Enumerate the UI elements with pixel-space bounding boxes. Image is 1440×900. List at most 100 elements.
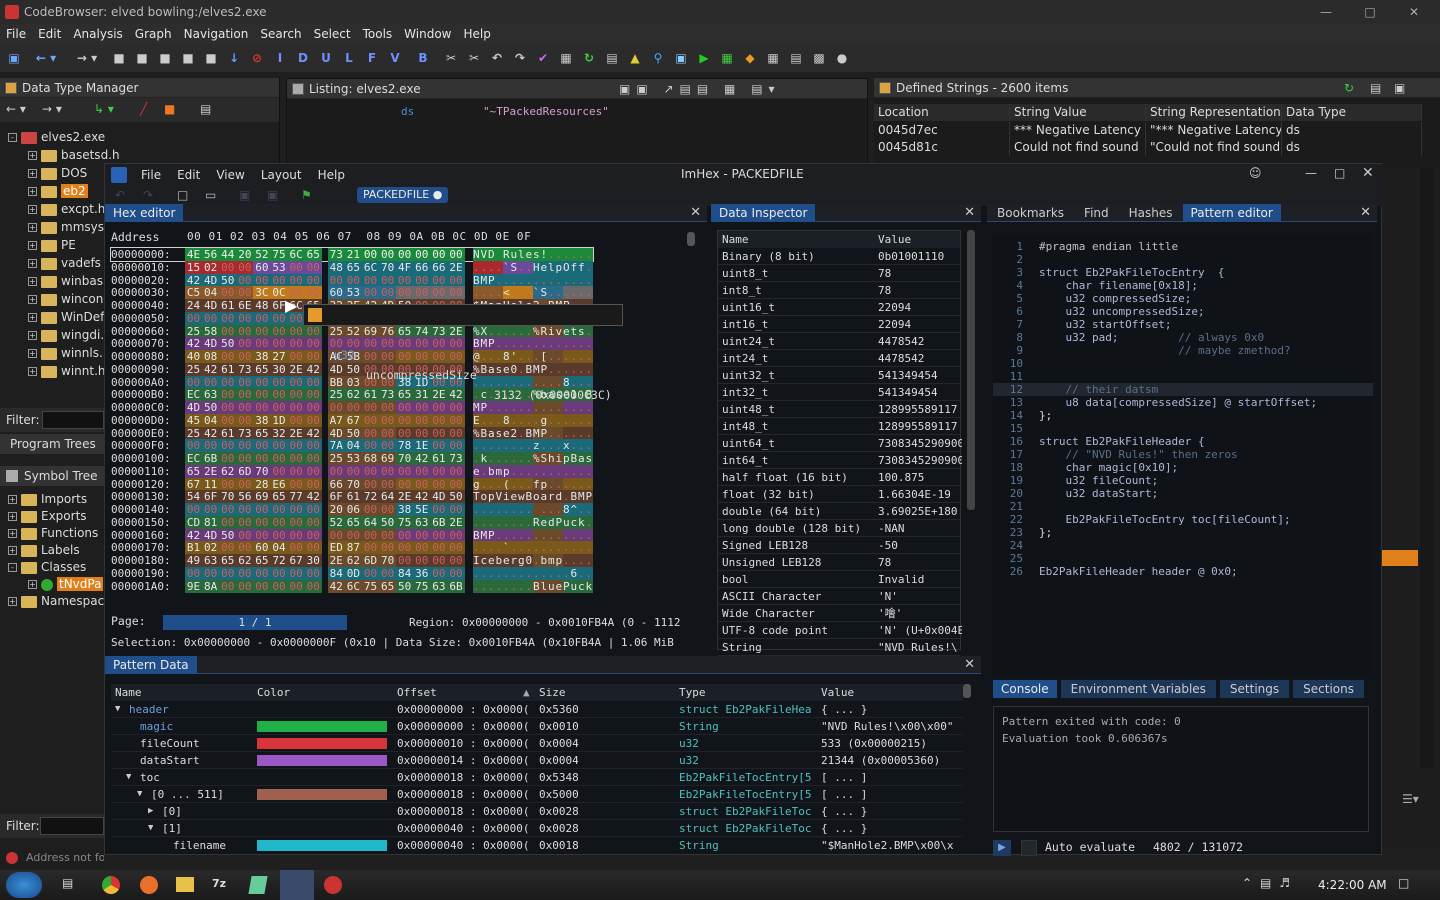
ascii-char[interactable]: k — [577, 515, 585, 529]
ascii-char[interactable]: . — [585, 541, 593, 555]
hex-byte[interactable]: 00 — [253, 401, 271, 414]
auto-evaluate-checkbox[interactable] — [1021, 840, 1037, 856]
tab-hashes[interactable]: Hashes — [1119, 204, 1183, 222]
hex-byte[interactable]: 00 — [287, 375, 305, 389]
ascii-char[interactable]: p — [540, 477, 548, 491]
hex-byte[interactable]: C5 — [185, 286, 203, 300]
hex-byte[interactable]: 78 — [396, 439, 414, 453]
ascii-char[interactable]: . — [517, 439, 525, 453]
ascii-char[interactable]: % — [472, 324, 480, 338]
hex-byte[interactable]: 00 — [253, 515, 271, 529]
page-icon[interactable]: ■ — [157, 50, 173, 66]
ascii-char[interactable]: . — [517, 464, 525, 478]
inspector-row[interactable]: uint24_t 4478542 — [718, 333, 960, 350]
hex-byte[interactable]: 52 — [327, 515, 345, 529]
ascii-char[interactable]: . — [472, 541, 480, 555]
table-row[interactable]: 0045d81c Could not find sound "Could not… — [874, 139, 1422, 156]
ascii-char[interactable]: . — [570, 541, 578, 555]
hex-byte[interactable]: 00 — [287, 401, 305, 414]
inspector-value[interactable]: 128995589117 — [878, 418, 962, 435]
code-line[interactable]: 9 // maybe zmethod? — [993, 344, 1290, 357]
hex-byte[interactable]: 00 — [219, 579, 237, 593]
ascii-char[interactable]: . — [547, 273, 555, 287]
hex-byte[interactable]: 73 — [327, 248, 345, 261]
ascii-char[interactable]: f — [570, 260, 578, 274]
ascii-char[interactable]: . — [472, 515, 480, 529]
hex-byte[interactable]: 00 — [236, 324, 254, 338]
hex-byte[interactable]: 73 — [447, 452, 465, 465]
ascii-char[interactable]: . — [480, 477, 488, 491]
hex-row[interactable]: 00000100: EC 6B 00 00 00 00 00 00 25 53 68 69 70 42 61 7… — [111, 452, 593, 465]
ascii-char[interactable]: . — [532, 350, 540, 363]
ascii-char[interactable]: . — [495, 260, 503, 274]
ascii-char[interactable]: . — [547, 413, 555, 427]
hex-byte[interactable]: 00 — [185, 503, 203, 516]
hex-byte[interactable]: 00 — [413, 413, 431, 427]
ascii-char[interactable]: s — [585, 452, 593, 465]
menu-search[interactable]: Search — [254, 24, 307, 44]
inspector-value[interactable]: 541349454 — [878, 367, 962, 384]
hex-byte[interactable]: 63 — [202, 388, 220, 402]
new-file-icon[interactable]: □ — [177, 188, 188, 202]
ascii-char[interactable]: . — [540, 566, 548, 580]
ascii-char[interactable]: < — [502, 286, 510, 300]
ascii-char[interactable]: . — [495, 286, 503, 300]
hex-byte[interactable]: 00 — [253, 324, 271, 338]
hex-byte[interactable]: 00 — [287, 579, 305, 593]
hex-byte[interactable]: 00 — [270, 324, 288, 338]
ascii-char[interactable]: . — [585, 439, 593, 453]
ascii-char[interactable]: . — [585, 566, 593, 580]
hex-byte[interactable]: 2E — [447, 324, 465, 338]
hex-byte[interactable]: 4D — [185, 401, 203, 414]
hex-byte[interactable]: 00 — [287, 324, 305, 338]
ascii-char[interactable]: . — [577, 541, 585, 555]
code-line[interactable]: 1 #pragma endian little — [993, 240, 1178, 253]
tab-sections[interactable]: Sections — [1293, 680, 1364, 698]
hex-byte[interactable]: 00 — [270, 503, 288, 516]
tool-icon[interactable]: ▤ — [604, 50, 620, 66]
hex-byte[interactable]: 75 — [396, 515, 414, 529]
hex-byte[interactable]: 61 — [430, 452, 448, 465]
hex-byte[interactable]: 42 — [202, 426, 220, 440]
ascii-char[interactable]: ^ — [570, 503, 578, 516]
inspector-value[interactable]: 78 — [878, 554, 962, 571]
code-line[interactable]: 13 u8 data[compressedSize] @ startOffset… — [993, 396, 1317, 409]
hex-byte[interactable]: 00 — [379, 528, 397, 542]
ascii-char[interactable]: g — [517, 554, 525, 567]
hex-byte[interactable]: 50 — [396, 579, 414, 593]
ascii-char[interactable]: . — [472, 260, 480, 274]
disassemble-button[interactable]: I — [272, 50, 288, 66]
ascii-char[interactable]: M — [472, 401, 480, 414]
ascii-char[interactable]: . — [585, 260, 593, 274]
hex-byte[interactable]: 00 — [219, 324, 237, 338]
hex-byte[interactable]: 00 — [430, 337, 448, 351]
hex-byte[interactable]: 00 — [344, 401, 362, 414]
hex-byte[interactable]: 3C — [253, 286, 271, 300]
hex-byte[interactable]: 75 — [270, 248, 288, 261]
hex-byte[interactable]: 00 — [219, 541, 237, 555]
undefine-button[interactable]: U — [318, 50, 334, 66]
hex-byte[interactable]: 87 — [344, 541, 362, 555]
ascii-char[interactable]: . — [472, 579, 480, 593]
ascii-char[interactable]: V — [495, 490, 503, 504]
hex-byte[interactable]: 61 — [361, 388, 380, 402]
hex-byte[interactable]: 66 — [430, 260, 448, 274]
ascii-char[interactable]: . — [577, 362, 585, 376]
ascii-char[interactable]: b — [487, 464, 495, 478]
ascii-char[interactable]: . — [577, 426, 585, 440]
expand-icon[interactable]: + — [28, 223, 37, 232]
hex-byte[interactable]: 60 — [327, 286, 345, 300]
code-line[interactable]: 4 char filename[0x18]; — [993, 279, 1198, 292]
menu-help[interactable]: Help — [458, 24, 497, 44]
hex-byte[interactable]: 00 — [447, 248, 465, 261]
menu-graph[interactable]: Graph — [129, 24, 178, 44]
expand-arrow-icon[interactable]: ▼ — [148, 820, 153, 837]
hex-byte[interactable]: 28 — [253, 477, 271, 491]
ascii-char[interactable]: . — [525, 579, 533, 593]
close-icon[interactable]: ✕ — [964, 205, 975, 220]
ascii-char[interactable]: 0 — [510, 362, 518, 376]
inspector-row[interactable]: uint8_t 78 — [718, 265, 960, 282]
table-row[interactable]: 0045d7ec *** Negative Latency ... "*** N… — [874, 122, 1422, 139]
hex-byte[interactable]: 04 — [344, 439, 362, 453]
ascii-char[interactable]: . — [517, 426, 525, 440]
